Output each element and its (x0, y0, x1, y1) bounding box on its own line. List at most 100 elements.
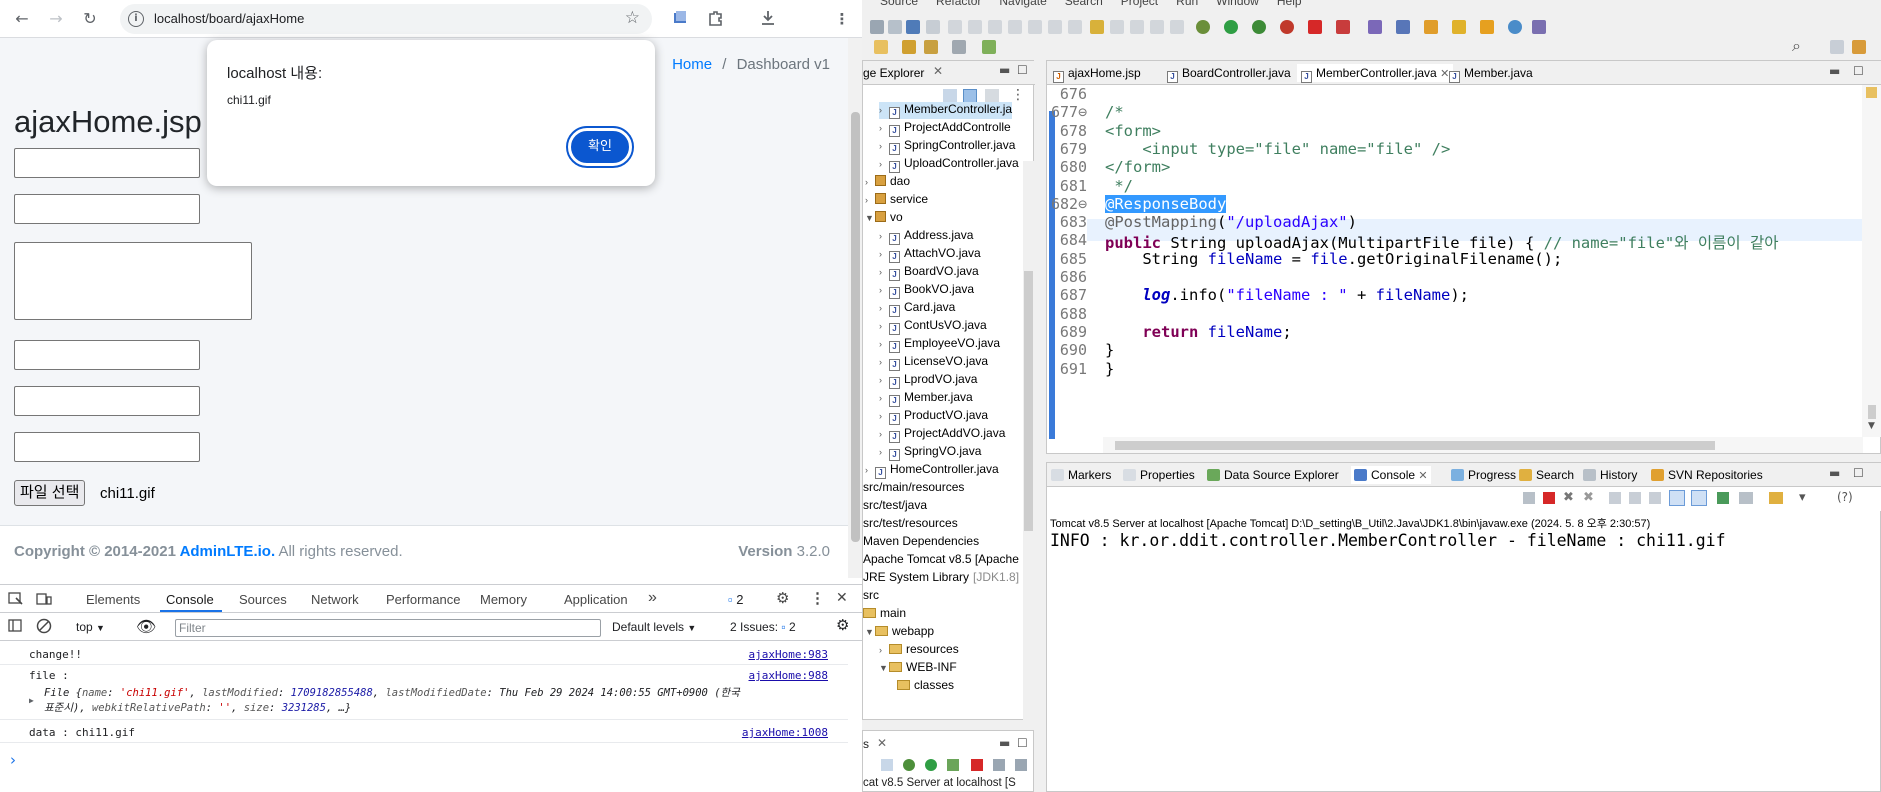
toolbar-icon[interactable] (948, 20, 962, 34)
tree-item[interactable]: src/test/java (863, 498, 927, 512)
code-text[interactable]: @ResponseBody (1105, 194, 1227, 213)
tab-memory[interactable]: Memory (480, 592, 527, 607)
tab-network[interactable]: Network (311, 592, 359, 607)
toolbar-icon[interactable] (1130, 20, 1144, 34)
tree-item[interactable]: › J UploadController.java (879, 156, 1019, 173)
expand-arrow-icon[interactable]: › (879, 429, 889, 439)
tree-item[interactable]: › J LprodVO.java (879, 372, 977, 389)
editor-hscrollbar[interactable] (1103, 437, 1863, 453)
package-explorer-tab[interactable]: ge Explorer ✕ ▬ ☐ (863, 61, 1035, 85)
reload-icon[interactable]: ↻ (80, 9, 100, 29)
editor-tab[interactable]: J BoardController.java (1167, 66, 1291, 83)
search-icon[interactable]: ⌕ (1792, 36, 1801, 56)
expand-arrow-icon[interactable]: › (865, 177, 875, 187)
toolbar-icon[interactable] (870, 20, 884, 34)
help-icon[interactable]: (?) (1837, 490, 1853, 504)
toolbar-icon[interactable] (1008, 20, 1022, 34)
tree-item[interactable]: › dao (865, 174, 910, 188)
collapse-arrow-icon[interactable]: ▼ (879, 663, 889, 673)
expand-arrow-icon[interactable]: › (879, 411, 889, 421)
url-text[interactable]: localhost/board/ajaxHome (154, 11, 304, 26)
code-text[interactable]: <input type="file" name="file" /> (1105, 140, 1450, 158)
toolbar-icon[interactable] (1508, 20, 1522, 34)
menu-window[interactable]: Window (1216, 0, 1259, 8)
tab-sources[interactable]: Sources (239, 592, 287, 607)
toolbar-icon[interactable] (1028, 20, 1042, 34)
external-tools-icon[interactable] (1280, 20, 1294, 34)
code-text[interactable]: } (1105, 341, 1114, 359)
devtools-menu-icon[interactable]: ⋮ (810, 589, 825, 607)
console-filter-input[interactable]: Filter (175, 619, 601, 637)
profile-server-icon[interactable] (947, 759, 959, 771)
tab-history[interactable]: History (1583, 468, 1637, 482)
stop-server-icon[interactable] (971, 759, 983, 771)
maximize-icon[interactable]: ☐ (1853, 466, 1864, 480)
expand-arrow-icon[interactable]: › (879, 159, 889, 169)
tree-item[interactable]: src/test/resources (863, 516, 958, 530)
code-text[interactable]: </form> (1105, 158, 1170, 176)
toolbar-icon[interactable] (968, 20, 982, 34)
tree-item[interactable]: ▼ WEB-INF (879, 660, 957, 674)
expand-arrow-icon[interactable]: › (865, 465, 875, 475)
expand-arrow-icon[interactable]: › (879, 447, 889, 457)
text-input-5[interactable] (14, 432, 200, 462)
bookmark-star-icon[interactable]: ☆ (625, 8, 640, 28)
tree-item[interactable]: › J Address.java (879, 228, 973, 245)
servers-tab-label[interactable]: s (863, 737, 869, 751)
menu-navigate[interactable]: Navigate (999, 0, 1046, 8)
toolbar-icon[interactable] (1480, 20, 1494, 34)
toolbar-icon[interactable] (1532, 20, 1546, 34)
tab-data-source-explorer[interactable]: Data Source Explorer (1207, 468, 1339, 482)
expand-arrow-icon[interactable]: › (879, 321, 889, 331)
expand-arrow-icon[interactable]: › (879, 303, 889, 313)
menu-project[interactable]: Project (1121, 0, 1158, 8)
log-source-link[interactable]: ajaxHome:1008 (742, 726, 828, 739)
minimize-icon[interactable]: ▬ (999, 63, 1010, 77)
toolbar-icon[interactable] (1090, 20, 1104, 34)
editor-tab[interactable]: JajaxHome.jsp (1053, 66, 1141, 83)
browser-menu-icon[interactable]: ⋮ (832, 9, 852, 29)
toolbar-icon[interactable] (1368, 20, 1382, 34)
toolbar-icon[interactable] (926, 20, 940, 34)
scroll-lock-icon[interactable] (1629, 492, 1641, 504)
link-editor-icon[interactable] (963, 89, 977, 103)
clear-console-icon[interactable] (1609, 492, 1621, 504)
tree-item[interactable]: src/main/resources (863, 480, 964, 494)
issues-badge[interactable]: ▫ 2 (728, 592, 743, 607)
tree-item[interactable]: › service (865, 192, 928, 206)
expand-arrow-icon[interactable]: › (865, 195, 875, 205)
minimize-icon[interactable]: ▬ (1829, 466, 1840, 480)
tree-item[interactable]: classes (897, 678, 954, 692)
code-text[interactable]: @PostMapping("/uploadAjax") (1105, 213, 1357, 231)
alert-ok-button[interactable]: 확인 (566, 126, 634, 168)
code-line[interactable]: 691} (1047, 360, 1881, 382)
editor-tab-active[interactable]: J MemberController.java ✕ (1297, 64, 1454, 83)
breadcrumb-home-link[interactable]: Home (672, 56, 712, 73)
editor-vscroll-thumb[interactable] (1868, 405, 1876, 419)
code-text[interactable]: /* (1105, 103, 1124, 121)
perspective-icon[interactable] (1852, 40, 1866, 54)
expand-arrow-icon[interactable]: › (879, 267, 889, 277)
toolbar-icon[interactable] (982, 40, 996, 54)
expand-arrow-icon[interactable]: › (879, 393, 889, 403)
maximize-icon[interactable]: ☐ (1853, 64, 1864, 78)
sidebar-toggle-icon[interactable] (8, 619, 22, 635)
toolbar-icon[interactable] (1068, 20, 1082, 34)
log-levels-select[interactable]: Default levels ▼ (612, 620, 696, 634)
toolbar-icon[interactable] (1336, 20, 1350, 34)
tab-elements[interactable]: Elements (86, 592, 140, 607)
menu-source[interactable]: Source (880, 0, 918, 8)
address-bar[interactable]: i localhost/board/ajaxHome ☆ (120, 4, 652, 34)
tree-item[interactable]: › J ProjectAddVO.java (879, 426, 1005, 443)
tree-item[interactable]: › J LicenseVO.java (879, 354, 988, 371)
toolbar-icon[interactable] (924, 40, 938, 54)
expand-arrow-icon[interactable]: › (879, 357, 889, 367)
toolbar-icon[interactable] (902, 40, 916, 54)
filter-icon[interactable] (985, 89, 999, 103)
minimize-icon[interactable]: ▬ (1829, 64, 1840, 78)
code-text[interactable]: } (1105, 360, 1114, 378)
menu-help[interactable]: Help (1277, 0, 1302, 8)
tree-item[interactable]: › J Member.java (879, 390, 973, 407)
tree-item[interactable]: Apache Tomcat v8.5 [Apache (863, 552, 1019, 566)
tree-item[interactable]: › J ProjectAddControlle (879, 120, 1011, 137)
